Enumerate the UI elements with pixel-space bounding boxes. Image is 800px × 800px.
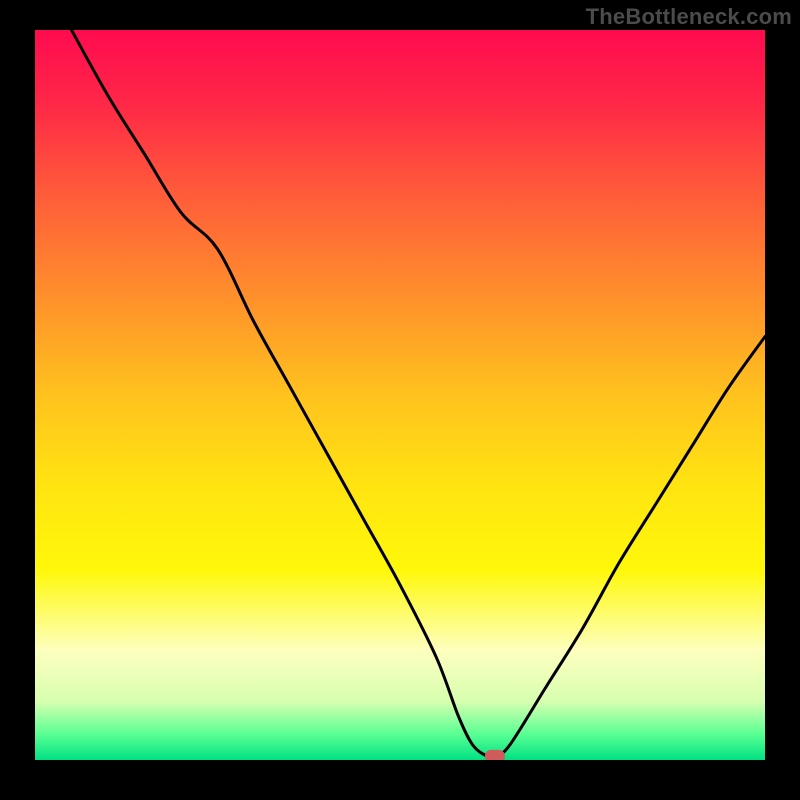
chart-svg [35, 30, 765, 760]
watermark-text: TheBottleneck.com [586, 4, 792, 30]
plot-area [35, 30, 765, 760]
chart-marker [485, 750, 505, 760]
chart-background [35, 30, 765, 760]
chart-container: TheBottleneck.com [0, 0, 800, 800]
